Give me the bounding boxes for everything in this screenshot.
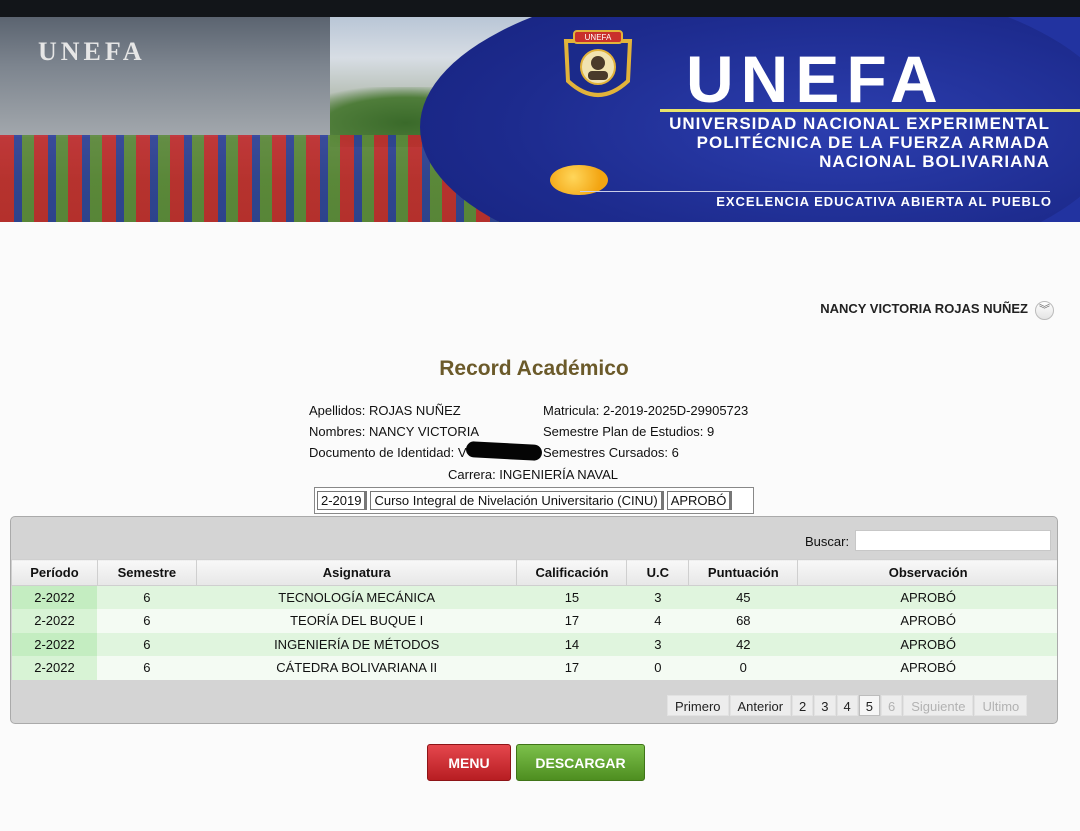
table-row: 2-2022 6 CÁTEDRA BOLIVARIANA II 17 0 0 A… <box>11 656 1057 680</box>
student-nombres: Nombres: NANCY VICTORIA <box>309 424 480 439</box>
header-banner: UNEFA UNEFA UNEFA UNIVERSIDAD NACIONAL E… <box>0 17 1080 222</box>
pager-last-button[interactable]: Ultimo <box>974 695 1028 716</box>
pager-page-2[interactable]: 2 <box>792 695 814 716</box>
table-header-row: Período Semestre Asignatura Calificación… <box>11 559 1057 586</box>
university-slogan: EXCELENCIA EDUCATIVA ABIERTA AL PUEBLO <box>716 194 1052 209</box>
cinu-record: 2-2019 Curso Integral de Nivelación Univ… <box>314 487 754 514</box>
user-name[interactable]: NANCY VICTORIA ROJAS NUÑEZ <box>820 301 1028 316</box>
student-matricula: Matricula: 2-2019-2025D-29905723 <box>543 403 749 418</box>
student-semestre-plan: Semestre Plan de Estudios: 9 <box>543 424 715 439</box>
university-line-3: NACIONAL BOLIVARIANA <box>819 152 1050 171</box>
university-line-1: UNIVERSIDAD NACIONAL EXPERIMENTAL <box>669 114 1050 133</box>
crest-label: UNEFA <box>585 33 612 42</box>
cell-periodo: 2-2022 <box>11 585 98 609</box>
cell-observacion: APROBÓ <box>797 656 1057 680</box>
brand-title: UNEFA <box>686 42 945 116</box>
pager-page-3[interactable]: 3 <box>814 695 836 716</box>
student-apellidos: Apellidos: ROJAS NUÑEZ <box>309 403 461 418</box>
banner-divider <box>660 109 1080 112</box>
university-crest-icon: UNEFA <box>563 30 633 97</box>
pager-page-4[interactable]: 4 <box>836 695 858 716</box>
pager-page-6[interactable]: 6 <box>880 695 903 716</box>
cell-observacion: APROBÓ <box>797 632 1057 656</box>
table-row: 2-2022 6 TEORÍA DEL BUQUE I 17 4 68 APRO… <box>11 609 1057 633</box>
search-input[interactable] <box>855 530 1051 551</box>
pager-first-button[interactable]: Primero <box>667 695 729 716</box>
column-header-observacion[interactable]: Observación <box>797 559 1057 586</box>
university-name: UNIVERSIDAD NACIONAL EXPERIMENTAL POLITÉ… <box>669 114 1050 171</box>
cinu-estado: APROBÓ <box>666 491 733 510</box>
cell-semestre: 6 <box>97 585 197 609</box>
student-semestres-cursados: Semestres Cursados: 6 <box>543 445 679 460</box>
cell-semestre: 6 <box>97 632 197 656</box>
cell-puntuacion: 0 <box>688 656 798 680</box>
column-header-periodo[interactable]: Período <box>11 559 98 586</box>
cell-puntuacion: 68 <box>688 609 798 633</box>
column-header-calificacion[interactable]: Calificación <box>516 559 628 586</box>
cell-observacion: APROBÓ <box>797 585 1057 609</box>
cell-asignatura: CÁTEDRA BOLIVARIANA II <box>196 656 517 680</box>
building-image: UNEFA <box>0 17 330 137</box>
pagination: Primero Anterior 2 3 4 5 6 Siguiente Ult… <box>667 695 1028 716</box>
table-row: 2-2022 6 TECNOLOGÍA MECÁNICA 15 3 45 APR… <box>11 585 1057 609</box>
chevron-down-icon[interactable]: ︾ <box>1035 301 1054 320</box>
cell-periodo: 2-2022 <box>11 656 98 680</box>
pager-prev-button[interactable]: Anterior <box>729 695 792 716</box>
pager-page-5[interactable]: 5 <box>858 695 880 716</box>
cell-calificacion: 17 <box>516 609 627 633</box>
student-carrera: Carrera: INGENIERÍA NAVAL <box>448 467 619 482</box>
cell-asignatura: TEORÍA DEL BUQUE I <box>196 609 517 633</box>
cell-uc: 3 <box>626 632 689 656</box>
cell-periodo: 2-2022 <box>11 609 98 633</box>
cell-puntuacion: 42 <box>688 632 798 656</box>
cell-calificacion: 17 <box>516 656 627 680</box>
column-header-uc[interactable]: U.C <box>626 559 690 586</box>
cell-uc: 3 <box>626 585 689 609</box>
cell-periodo: 2-2022 <box>11 632 98 656</box>
building-sign: UNEFA <box>38 37 146 66</box>
cell-semestre: 6 <box>97 609 197 633</box>
cell-observacion: APROBÓ <box>797 609 1057 633</box>
cell-uc: 0 <box>626 656 689 680</box>
cell-puntuacion: 45 <box>688 585 798 609</box>
student-documento: Documento de Identidad: V <box>309 445 467 460</box>
download-button[interactable]: DESCARGAR <box>516 744 645 781</box>
university-line-2: POLITÉCNICA DE LA FUERZA ARMADA <box>696 133 1050 152</box>
cell-uc: 4 <box>626 609 689 633</box>
cell-calificacion: 14 <box>516 632 627 656</box>
slogan-divider <box>580 191 1050 192</box>
grades-table: Período Semestre Asignatura Calificación… <box>11 559 1057 680</box>
column-header-semestre[interactable]: Semestre <box>96 559 197 586</box>
cell-asignatura: INGENIERÍA DE MÉTODOS <box>196 632 517 656</box>
menu-button[interactable]: MENU <box>427 744 511 781</box>
redaction-mark <box>465 441 543 461</box>
column-header-asignatura[interactable]: Asignatura <box>195 559 518 586</box>
table-row: 2-2022 6 INGENIERÍA DE MÉTODOS 14 3 42 A… <box>11 632 1057 656</box>
cinu-curso: Curso Integral de Nivelación Universitar… <box>370 491 664 510</box>
page-title: Record Académico <box>439 357 629 380</box>
cell-calificacion: 15 <box>516 585 627 609</box>
pager-next-button[interactable]: Siguiente <box>903 695 974 716</box>
column-header-puntuacion[interactable]: Puntuación <box>688 559 799 586</box>
search-label: Buscar: <box>805 534 850 549</box>
cell-semestre: 6 <box>97 656 197 680</box>
grades-grid: Buscar: Período Semestre Asignatura Cali… <box>10 516 1058 724</box>
cell-asignatura: TECNOLOGÍA MECÁNICA <box>196 585 517 609</box>
top-bar <box>0 0 1080 17</box>
cinu-periodo: 2-2019 <box>317 491 368 510</box>
